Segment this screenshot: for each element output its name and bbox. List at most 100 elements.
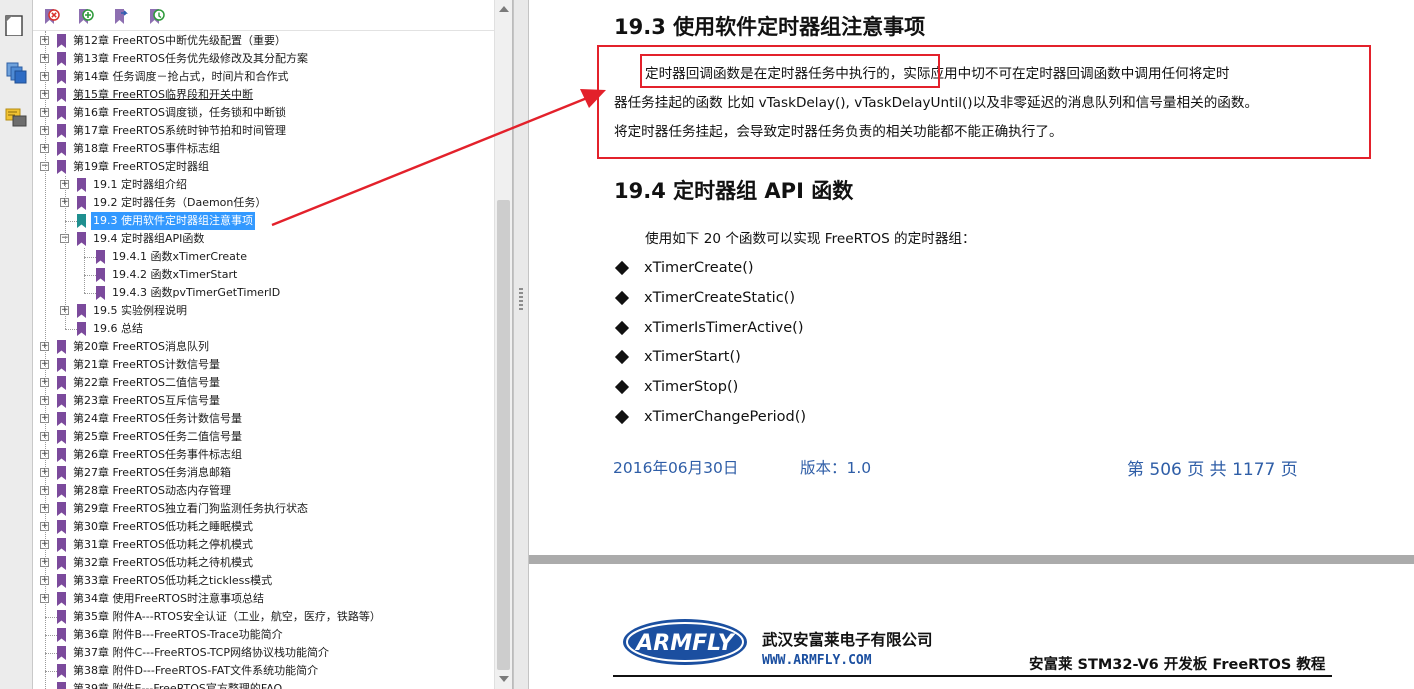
bookmark-icon [56,340,67,354]
bookmark-label: 第19章 FreeRTOS定时器组 [73,160,210,173]
bookmark-item[interactable]: + 第32章 FreeRTOS低功耗之待机模式 [33,554,494,572]
bookmark-label: 第34章 使用FreeRTOS时注意事项总结 [73,592,265,605]
bookmark-label: 第18章 FreeRTOS事件标志组 [73,142,221,155]
bookmark-item[interactable]: −19.4 定时器组API函数 [33,230,494,248]
bookmark-item[interactable]: 第38章 附件D---FreeRTOS-FAT文件系统功能简介 [33,662,494,680]
bookmark-label: 19.3 使用软件定时器组注意事项 [91,212,255,230]
bookmark-label: 第12章 FreeRTOS中断优先级配置（重要） [73,34,287,47]
document-view[interactable]: 19.3 使用软件定时器组注意事项 定时器回调函数是在定时器任务中执行的，实际应… [529,0,1414,689]
bookmark-item[interactable]: +19.5 实验例程说明 [33,302,494,320]
bookmark-item[interactable]: + 第31章 FreeRTOS低功耗之停机模式 [33,536,494,554]
scroll-up-icon[interactable] [499,6,509,12]
bookmark-item[interactable]: + 第30章 FreeRTOS低功耗之睡眠模式 [33,518,494,536]
bookmark-item[interactable]: 第39章 附件E---FreeRTOS官方整理的FAQ [33,680,494,689]
function-name: xTimerCreateStatic() [644,289,795,306]
bookmark-item[interactable]: + 第15章 FreeRTOS临界段和开关中断 [33,86,494,104]
bookmark-item[interactable]: + 第28章 FreeRTOS动态内存管理 [33,482,494,500]
bullet-diamond-icon [614,260,630,276]
bookmark-item[interactable]: + 第29章 FreeRTOS独立看门狗监测任务执行状态 [33,500,494,518]
bookmark-item[interactable]: 19.3 使用软件定时器组注意事项 [33,212,494,230]
bookmark-icon [56,538,67,552]
bookmark-item[interactable]: + 第33章 FreeRTOS低功耗之tickless模式 [33,572,494,590]
bookmark-item[interactable]: + 第13章 FreeRTOS任务优先级修改及其分配方案 [33,50,494,68]
bookmark-icon [56,358,67,372]
bookmark-item[interactable]: + 第27章 FreeRTOS任务消息邮箱 [33,464,494,482]
page-thumbnails-icon[interactable] [4,12,28,37]
bookmark-item[interactable]: + 第16章 FreeRTOS调度锁，任务锁和中断锁 [33,104,494,122]
bookmark-item[interactable]: + 第18章 FreeRTOS事件标志组 [33,140,494,158]
bookmark-icon [56,574,67,588]
pdf-reader-window: + 第12章 FreeRTOS中断优先级配置（重要） + 第13章 FreeRTOS任… [0,0,1414,689]
bookmark-item[interactable]: + 第26章 FreeRTOS任务事件标志组 [33,446,494,464]
bookmark-label: 19.5 实验例程说明 [93,304,187,317]
bookmark-item[interactable]: + 第34章 使用FreeRTOS时注意事项总结 [33,590,494,608]
bookmark-icon [56,412,67,426]
bookmark-icon [76,322,87,336]
bookmark-icon [56,106,67,120]
bookmark-item[interactable]: + 第14章 任务调度－抢占式，时间片和合作式 [33,68,494,86]
bookmark-icon [95,250,106,264]
bookmark-item[interactable]: 19.4.2 函数xTimerStart [33,266,494,284]
bookmark-label: 第14章 任务调度－抢占式，时间片和合作式 [73,70,289,83]
bookmark-item[interactable]: 第35章 附件A---RTOS安全认证（工业，航空，医疗，铁路等） [33,608,494,626]
comments-icon[interactable] [4,106,28,130]
bullet-diamond-icon [614,320,630,335]
bookmark-item[interactable]: 19.4.1 函数xTimerCreate [33,248,494,266]
bookmark-item[interactable]: 第37章 附件C---FreeRTOS-TCP网络协议栈功能简介 [33,644,494,662]
bookmark-icon [56,466,67,480]
expand-bookmark-icon[interactable] [112,8,130,26]
bookmark-icon [56,394,67,408]
bookmark-item[interactable]: + 第25章 FreeRTOS任务二值信号量 [33,428,494,446]
bookmark-item[interactable]: + 第21章 FreeRTOS计数信号量 [33,356,494,374]
bullet-diamond-icon [614,380,630,395]
bookmark-label: 第20章 FreeRTOS消息队列 [73,340,210,353]
find-bookmark-icon[interactable] [147,8,165,26]
bookmark-icon [95,286,106,300]
bookmark-label: 19.4.1 函数xTimerCreate [112,250,247,263]
page-header-title: 安富莱 STM32-V6 开发板 FreeRTOS 教程 [1029,657,1326,673]
bookmark-icon [56,88,67,102]
bookmark-item[interactable]: 19.4.3 函数pvTimerGetTimerID [33,284,494,302]
bookmark-label: 第21章 FreeRTOS计数信号量 [73,358,221,371]
bookmark-item[interactable]: + 第20章 FreeRTOS消息队列 [33,338,494,356]
header-rule [613,675,1332,677]
bookmark-label: 第22章 FreeRTOS二值信号量 [73,376,221,389]
bookmark-item[interactable]: +19.1 定时器组介绍 [33,176,494,194]
company-website: WWW.ARMFLY.COM [762,653,872,668]
bookmark-item[interactable]: + 第17章 FreeRTOS系统时钟节拍和时间管理 [33,122,494,140]
scroll-thumb[interactable] [497,200,510,670]
bookmark-label: 第29章 FreeRTOS独立看门狗监测任务执行状态 [73,502,309,515]
bullet-diamond-icon [614,409,630,425]
bookmark-item[interactable]: 第36章 附件B---FreeRTOS-Trace功能简介 [33,626,494,644]
bookmark-icon [56,448,67,462]
bookmark-label: 第28章 FreeRTOS动态内存管理 [73,484,232,497]
footer-date: 2016年06月30日 [613,459,739,477]
bookmark-item[interactable]: +19.2 定时器任务（Daemon任务） [33,194,494,212]
bookmark-item[interactable]: + 第22章 FreeRTOS二值信号量 [33,374,494,392]
splitter-grip[interactable] [519,288,523,312]
armfly-logo: ARMFLY [621,617,749,667]
bookmark-icon [56,502,67,516]
bookmark-label: 第31章 FreeRTOS低功耗之停机模式 [73,538,254,551]
bookmark-item[interactable]: + 第23章 FreeRTOS互斥信号量 [33,392,494,410]
layers-icon[interactable] [4,60,28,84]
bookmark-label: 第26章 FreeRTOS任务事件标志组 [73,448,243,461]
bookmark-icon [76,196,87,210]
bookmark-label: 第32章 FreeRTOS低功耗之待机模式 [73,556,254,569]
bookmarks-scrollbar[interactable] [494,0,512,689]
bookmark-item[interactable]: + 第24章 FreeRTOS任务计数信号量 [33,410,494,428]
bookmark-item[interactable]: 19.6 总结 [33,320,494,338]
panel-splitter[interactable] [513,0,529,689]
new-bookmark-icon[interactable] [76,8,94,26]
delete-bookmark-icon[interactable] [42,8,60,26]
bookmark-icon [56,484,67,498]
bookmark-item[interactable]: + 第12章 FreeRTOS中断优先级配置（重要） [33,32,494,50]
bookmark-label: 第15章 FreeRTOS临界段和开关中断 [73,88,254,101]
bookmark-label: 第38章 附件D---FreeRTOS-FAT文件系统功能简介 [73,664,319,677]
bookmark-label: 第24章 FreeRTOS任务计数信号量 [73,412,243,425]
bookmark-label: 19.2 定时器任务（Daemon任务） [93,196,267,209]
bookmark-icon [56,628,67,642]
bookmark-item[interactable]: − 第19章 FreeRTOS定时器组 [33,158,494,176]
scroll-down-icon[interactable] [499,676,509,682]
bookmark-label: 第33章 FreeRTOS低功耗之tickless模式 [73,574,273,587]
